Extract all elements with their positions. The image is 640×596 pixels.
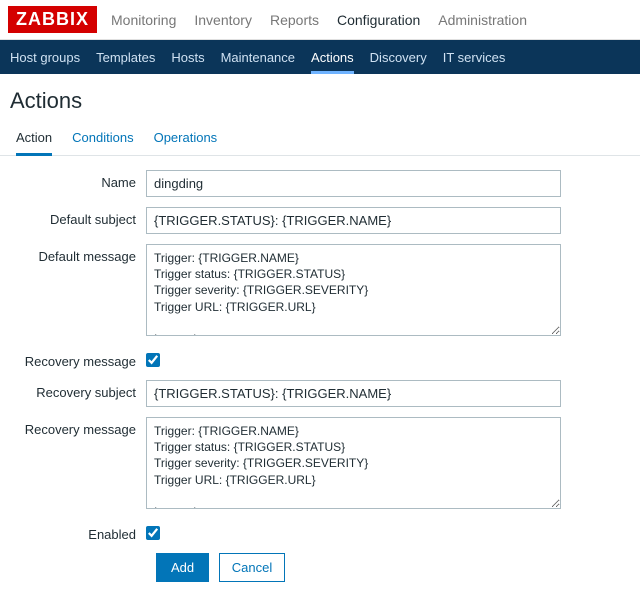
recovery-message-checkbox[interactable]	[146, 353, 160, 367]
enabled-label: Enabled	[16, 522, 146, 542]
recovery-subject-input[interactable]	[146, 380, 561, 407]
sub-nav: Host groups Templates Hosts Maintenance …	[0, 40, 640, 74]
subnav-actions[interactable]: Actions	[311, 50, 354, 74]
nav-reports[interactable]: Reports	[270, 12, 319, 28]
tabs: Action Conditions Operations	[0, 124, 640, 156]
default-message-textarea[interactable]	[146, 244, 561, 336]
tab-action[interactable]: Action	[16, 130, 52, 156]
default-subject-label: Default subject	[16, 207, 146, 227]
default-message-label: Default message	[16, 244, 146, 264]
subnav-maintenance[interactable]: Maintenance	[221, 50, 295, 65]
page-title: Actions	[0, 74, 640, 124]
default-subject-input[interactable]	[146, 207, 561, 234]
topbar: ZABBIX Monitoring Inventory Reports Conf…	[0, 0, 640, 40]
nav-administration[interactable]: Administration	[438, 12, 527, 28]
subnav-discovery[interactable]: Discovery	[370, 50, 427, 65]
name-input[interactable]	[146, 170, 561, 197]
top-nav: Monitoring Inventory Reports Configurati…	[111, 12, 527, 28]
subnav-hosts[interactable]: Hosts	[171, 50, 204, 65]
tab-operations[interactable]: Operations	[154, 130, 218, 155]
subnav-it-services[interactable]: IT services	[443, 50, 506, 65]
recovery-message-checkbox-label: Recovery message	[16, 349, 146, 369]
subnav-templates[interactable]: Templates	[96, 50, 155, 65]
nav-configuration[interactable]: Configuration	[337, 12, 420, 28]
nav-monitoring[interactable]: Monitoring	[111, 12, 176, 28]
name-label: Name	[16, 170, 146, 190]
action-form: Name Default subject Default message Rec…	[0, 156, 640, 596]
recovery-message-body-label: Recovery message	[16, 417, 146, 437]
recovery-subject-label: Recovery subject	[16, 380, 146, 400]
enabled-checkbox[interactable]	[146, 526, 160, 540]
nav-inventory[interactable]: Inventory	[194, 12, 252, 28]
logo: ZABBIX	[8, 6, 97, 33]
tab-conditions[interactable]: Conditions	[72, 130, 133, 155]
recovery-message-textarea[interactable]	[146, 417, 561, 509]
subnav-host-groups[interactable]: Host groups	[10, 50, 80, 65]
